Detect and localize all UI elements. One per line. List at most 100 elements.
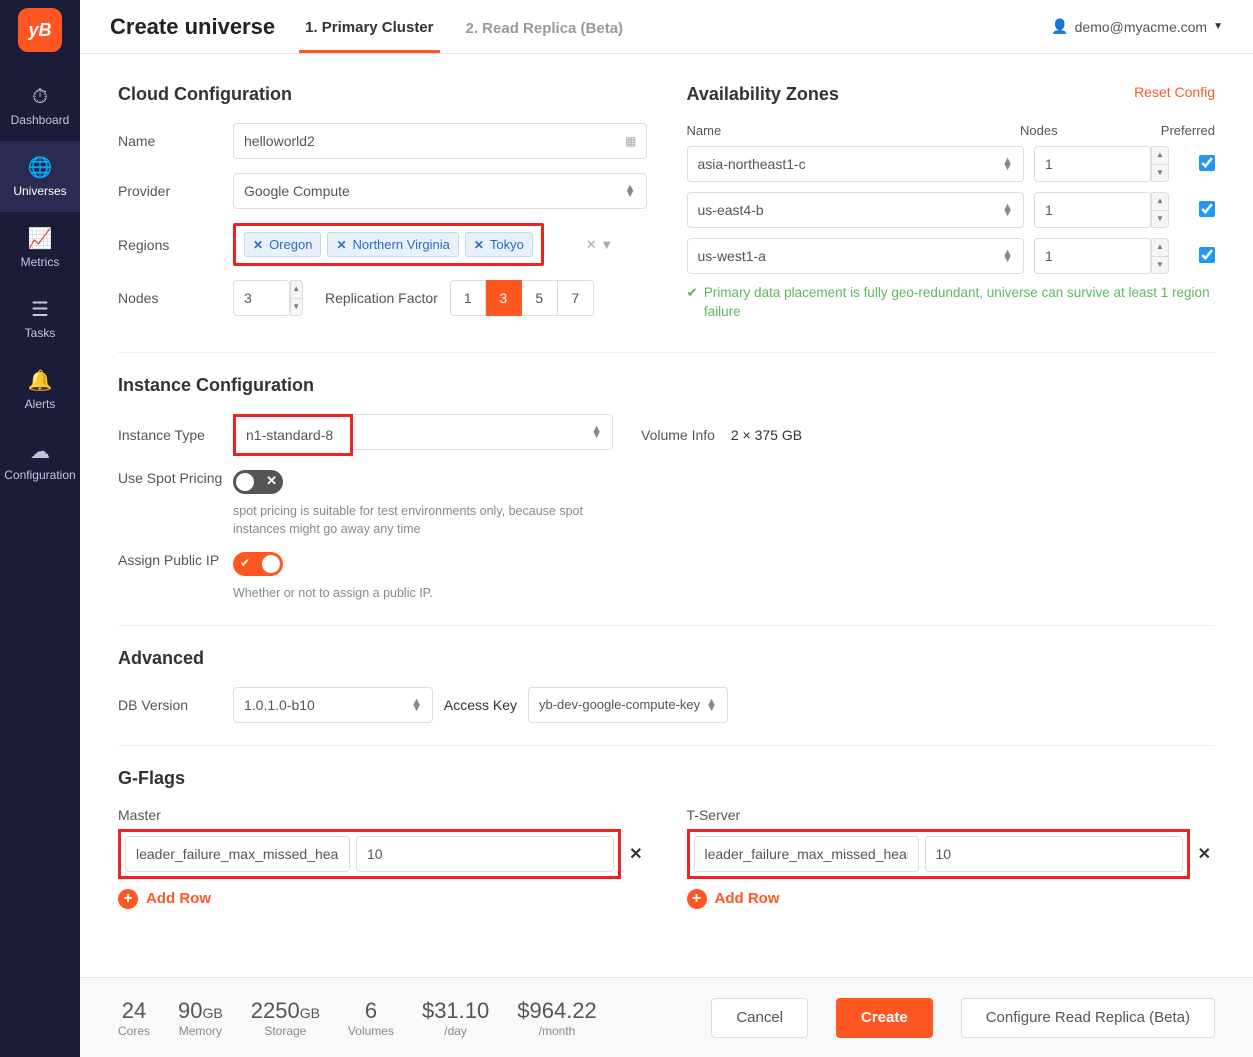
user-menu[interactable]: 👤 demo@myacme.com ▼ (1051, 18, 1223, 35)
check-icon: ✔ (687, 284, 698, 322)
regions-label: Regions (118, 237, 233, 253)
az-nodes-spinner[interactable]: ▲▼ (1151, 238, 1169, 274)
az-preferred-checkbox[interactable] (1199, 201, 1215, 217)
volume-info-value: 2 × 375 GB (731, 427, 802, 443)
reset-config-link[interactable]: Reset Config (1134, 84, 1215, 100)
az-preferred-checkbox[interactable] (1199, 247, 1215, 263)
nav-dashboard[interactable]: ⏱Dashboard (0, 72, 80, 141)
stat-day: $31.10/day (422, 998, 489, 1038)
nodes-label: Nodes (118, 290, 233, 306)
stat-memory: 90GBMemory (178, 998, 223, 1038)
name-label: Name (118, 133, 233, 149)
grid-icon: ▦ (625, 134, 636, 148)
provider-select[interactable]: Google Compute ▲▼ (233, 173, 647, 209)
gflag-tserver-label: T-Server (687, 807, 1216, 823)
az-name-select[interactable]: us-west1-a▲▼ (687, 238, 1025, 274)
rf-option-5[interactable]: 5 (522, 280, 558, 316)
rf-option-1[interactable]: 1 (450, 280, 486, 316)
nodes-spinner[interactable]: ▲▼ (290, 280, 304, 316)
remove-region-icon[interactable]: ✕ (474, 238, 484, 252)
cancel-button[interactable]: Cancel (711, 998, 808, 1038)
db-version-label: DB Version (118, 697, 233, 713)
provider-value: Google Compute (244, 183, 350, 199)
az-name-select[interactable]: asia-northeast1-c▲▼ (687, 146, 1025, 182)
placement-status: ✔ Primary data placement is fully geo-re… (687, 284, 1216, 322)
nodes-input[interactable] (233, 280, 290, 316)
footer: 24Cores 90GBMemory 2250GBStorage 6Volume… (80, 977, 1253, 1057)
gflag-master-label: Master (118, 807, 647, 823)
gflag-tserver-row (687, 829, 1190, 879)
nav-tasks[interactable]: ☰Tasks (0, 283, 80, 354)
spot-label: Use Spot Pricing (118, 470, 233, 486)
list-icon: ☰ (31, 297, 49, 322)
nav-label: Universes (13, 184, 66, 198)
regions-clear[interactable]: ✕ ▼ (586, 237, 613, 253)
nav-label: Configuration (4, 468, 75, 482)
access-key-label: Access Key (433, 697, 528, 713)
az-preferred-checkbox[interactable] (1199, 155, 1215, 171)
spot-help-text: spot pricing is suitable for test enviro… (233, 503, 603, 538)
public-ip-label: Assign Public IP (118, 552, 233, 568)
gflag-master-row (118, 829, 621, 879)
az-nodes-input[interactable] (1034, 192, 1151, 228)
select-arrows-icon: ▲▼ (591, 426, 602, 438)
name-input[interactable] (233, 123, 647, 159)
gflag-master-val-input[interactable] (356, 836, 614, 872)
az-nodes-spinner[interactable]: ▲▼ (1151, 146, 1169, 182)
advanced-heading: Advanced (118, 648, 1215, 669)
chart-icon: 📈 (28, 226, 53, 251)
region-tag-oregon: ✕Oregon (244, 232, 321, 257)
stat-volumes: 6Volumes (348, 998, 394, 1038)
volume-info-label: Volume Info (641, 427, 715, 443)
nav-alerts[interactable]: 🔔Alerts (0, 354, 80, 425)
globe-icon: 🌐 (28, 155, 53, 180)
regions-tag-box: ✕Oregon ✕Northern Virginia ✕Tokyo (233, 223, 544, 266)
az-nodes-spinner[interactable]: ▲▼ (1151, 192, 1169, 228)
nav-configuration[interactable]: ☁Configuration (0, 425, 80, 496)
plus-icon: + (687, 889, 707, 909)
add-row-tserver[interactable]: +Add Row (687, 889, 1216, 909)
gflag-remove-icon[interactable]: ✕ (625, 844, 646, 864)
gflag-tserver-val-input[interactable] (925, 836, 1183, 872)
az-row: us-west1-a▲▼ ▲▼ (687, 238, 1216, 274)
user-email: demo@myacme.com (1075, 19, 1207, 35)
select-arrows-icon: ▲▼ (1002, 250, 1013, 262)
remove-region-icon[interactable]: ✕ (336, 238, 346, 252)
nav-metrics[interactable]: 📈Metrics (0, 212, 80, 283)
select-arrows-icon: ▲▼ (706, 699, 717, 711)
spinner-down-icon[interactable]: ▼ (291, 299, 303, 316)
region-tag-nvirginia: ✕Northern Virginia (327, 232, 458, 257)
logo[interactable]: yB (18, 8, 62, 52)
cloud-config-heading: Cloud Configuration (118, 84, 647, 105)
rf-option-7[interactable]: 7 (558, 280, 594, 316)
az-name-select[interactable]: us-east4-b▲▼ (687, 192, 1025, 228)
gflag-remove-icon[interactable]: ✕ (1194, 844, 1215, 864)
spot-pricing-toggle[interactable]: ✕ (233, 470, 283, 494)
db-version-select[interactable]: 1.0.1.0-b10▲▼ (233, 687, 433, 723)
az-nodes-input[interactable] (1034, 146, 1151, 182)
gflag-master-key-input[interactable] (125, 836, 350, 872)
provider-label: Provider (118, 183, 233, 199)
az-col-nodes: Nodes (1020, 123, 1155, 138)
stat-storage: 2250GBStorage (251, 998, 320, 1038)
access-key-select[interactable]: yb-dev-google-compute-key▲▼ (528, 687, 728, 723)
rf-option-3[interactable]: 3 (486, 280, 522, 316)
remove-region-icon[interactable]: ✕ (253, 238, 263, 252)
public-ip-toggle[interactable]: ✔ (233, 552, 283, 576)
create-button[interactable]: Create (836, 998, 933, 1038)
spinner-up-icon[interactable]: ▲ (291, 281, 303, 299)
add-row-master[interactable]: +Add Row (118, 889, 647, 909)
ip-help-text: Whether or not to assign a public IP. (233, 585, 433, 603)
plus-icon: + (118, 889, 138, 909)
tab-read-replica[interactable]: 2. Read Replica (Beta) (460, 2, 630, 51)
gflag-tserver-key-input[interactable] (694, 836, 919, 872)
az-nodes-input[interactable] (1034, 238, 1151, 274)
instance-type-label: Instance Type (118, 427, 233, 443)
tab-primary-cluster[interactable]: 1. Primary Cluster (299, 1, 439, 53)
instance-type-select[interactable]: ▲▼ (353, 414, 613, 450)
az-col-name: Name (687, 123, 1021, 138)
check-icon: ✔ (240, 556, 250, 570)
configure-replica-button[interactable]: Configure Read Replica (Beta) (961, 998, 1215, 1038)
sidebar: yB ⏱Dashboard 🌐 Universes 📈Metrics ☰Tasks… (0, 0, 80, 1057)
nav-universes[interactable]: 🌐 Universes (0, 141, 80, 212)
